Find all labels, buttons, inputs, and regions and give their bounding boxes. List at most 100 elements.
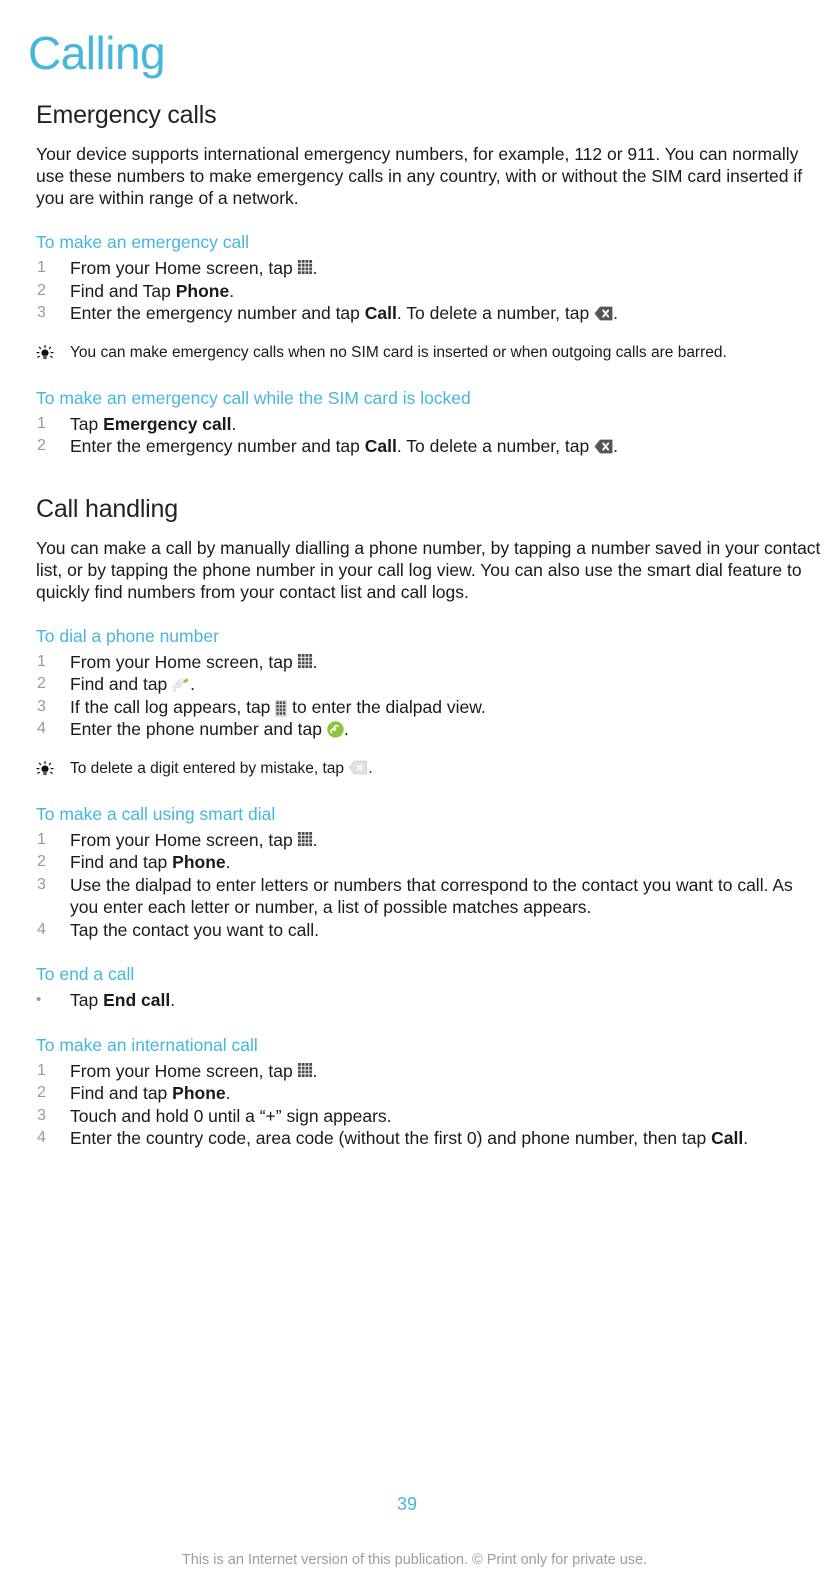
step-text: Enter the emergency number and tap Call.…	[70, 436, 618, 456]
manual-page: Calling Emergency calls Your device suppo…	[0, 0, 829, 1588]
procedure-step: 1 From your Home screen, tap .	[36, 257, 826, 280]
procedure-steps: 1 From your Home screen, tap . 2 Find and t…	[36, 829, 826, 942]
procedure-step: 1 From your Home screen, tap .	[36, 651, 826, 674]
procedure-step: 1 From your Home screen, tap .	[36, 1060, 826, 1083]
procedure-step: 2 Find and tap Phone.	[36, 1082, 826, 1105]
procedure-steps: 1 From your Home screen, tap . 2 Find and T…	[36, 257, 826, 325]
procedure-step: 2 Find and tap Phone.	[36, 851, 826, 874]
step-text: From your Home screen, tap .	[70, 258, 318, 278]
step-text: Find and Tap Phone.	[70, 280, 235, 301]
tip-note: You can make emergency calls when no SIM…	[36, 343, 826, 365]
step-text: Find and tap Phone.	[70, 852, 231, 872]
step-number: 2	[37, 437, 46, 454]
procedure-step: 1 From your Home screen, tap .	[36, 829, 826, 852]
step-text: Touch and hold 0 until a “+” sign appear…	[70, 1105, 392, 1126]
section-heading: Call handling	[36, 494, 178, 523]
step-text: From your Home screen, tap .	[70, 651, 318, 672]
backspace-dark-key-icon	[594, 439, 613, 454]
ui-term: End call	[103, 990, 171, 1010]
procedure-steps: 1 From your Home screen, tap . 2 Find and t…	[36, 1060, 826, 1150]
step-number: 2	[37, 675, 46, 692]
procedure-step: 2 Find and Tap Phone.	[36, 280, 826, 303]
page-content: Emergency calls Your device supports inte…	[36, 100, 826, 1150]
procedure-steps: 1 From your Home screen, tap . 2 Find and t…	[36, 651, 826, 741]
step-number: 4	[37, 720, 46, 737]
step-text: Use the dialpad to enter letters or numb…	[70, 874, 793, 918]
step-number: 3	[37, 697, 46, 715]
procedure-heading: To end a call	[36, 964, 135, 984]
procedure-step: 3 Enter the emergency number and tap Call…	[36, 302, 826, 325]
green-call-button-icon	[327, 721, 344, 738]
step-number: 3	[37, 1106, 46, 1124]
app-drawer-grid-icon	[297, 260, 313, 275]
procedure-heading: To dial a phone number	[36, 625, 219, 646]
tip-icon-wrapper	[36, 759, 70, 781]
step-number: 4	[37, 1129, 46, 1146]
phone-handset-icon	[172, 677, 190, 693]
step-number: 2	[37, 853, 46, 870]
procedure-steps: Tap End call.	[36, 989, 826, 1012]
procedure-step: 3 If the call log appears, tap to enter t…	[36, 696, 826, 719]
procedure-step: 3 Use the dialpad to enter letters or num…	[36, 874, 826, 919]
step-number: 3	[37, 304, 46, 321]
page-number: 39	[397, 1494, 418, 1514]
procedure-step: 4 Enter the phone number and tap .	[36, 718, 826, 741]
step-number: 1	[37, 830, 46, 848]
step-number: 1	[37, 1061, 46, 1079]
procedure-step: 4 Tap the contact you want to call.	[36, 919, 826, 942]
step-number: 1	[37, 259, 46, 276]
procedure-step: 3 Touch and hold 0 until a “+” sign appea…	[36, 1105, 826, 1128]
procedure-steps: 1 Tap Emergency call. 2 Enter the emergency…	[36, 413, 826, 458]
app-drawer-grid-icon	[297, 653, 313, 669]
step-text: From your Home screen, tap .	[70, 1060, 318, 1081]
procedure-heading: To make an emergency call while the SIM …	[36, 387, 471, 408]
tip-text: To delete a digit entered by mistake, ta…	[70, 759, 373, 777]
step-text: Enter the country code, area code (witho…	[70, 1128, 749, 1148]
step-number: 1	[37, 414, 46, 432]
step-bullet	[36, 989, 70, 1012]
backspace-dark-key-icon	[594, 306, 613, 321]
step-text: Find and tap Phone.	[70, 1083, 231, 1103]
step-number: 3	[37, 875, 46, 893]
step-number: 2	[37, 281, 46, 299]
ui-term: Emergency call	[103, 413, 232, 434]
step-text: Find and tap .	[70, 674, 196, 694]
step-text: Enter the emergency number and tap Call.…	[70, 303, 618, 323]
step-number: 2	[37, 1084, 46, 1101]
section-heading: Emergency calls	[36, 101, 217, 129]
procedure-step: Tap End call.	[36, 989, 826, 1012]
tip-text: You can make emergency calls when no SIM…	[70, 343, 727, 361]
section: Call handling You can make a call by manu…	[36, 494, 826, 1150]
ui-term: Call	[364, 436, 397, 456]
procedure-heading: To make an international call	[36, 1034, 258, 1055]
section: Emergency calls Your device supports inte…	[36, 100, 826, 458]
procedure-step: 1 Tap Emergency call.	[36, 413, 826, 436]
chapter-title: Calling	[28, 26, 166, 79]
body-paragraph: Your device supports international emerg…	[36, 144, 803, 208]
ui-term: Phone	[172, 1083, 226, 1103]
dialpad-icon	[275, 699, 288, 717]
app-drawer-grid-icon	[297, 1062, 313, 1078]
procedure-step: 4 Enter the country code, area code (with…	[36, 1127, 826, 1150]
ui-term: Call	[711, 1128, 744, 1148]
backspace-light-key-icon	[348, 760, 368, 775]
step-text: From your Home screen, tap .	[70, 829, 318, 850]
footer-copyright-note: This is an Internet version of this publ…	[181, 1552, 648, 1568]
step-text: Tap End call.	[70, 990, 176, 1010]
tip-note: To delete a digit entered by mistake, ta…	[36, 759, 826, 781]
tip-lightbulb-icon	[36, 760, 54, 779]
step-text: Tap the contact you want to call.	[70, 919, 320, 940]
tip-lightbulb-icon	[36, 344, 54, 363]
ui-term: Phone	[175, 280, 230, 301]
step-text: Tap Emergency call.	[70, 413, 237, 434]
step-number: 1	[37, 652, 46, 670]
procedure-heading: To make a call using smart dial	[36, 803, 276, 824]
step-number: 4	[37, 920, 46, 938]
procedure-heading: To make an emergency call	[36, 232, 250, 252]
app-drawer-grid-icon	[297, 831, 313, 847]
procedure-step: 2 Find and tap .	[36, 673, 826, 696]
body-paragraph: You can make a call by manually dialling…	[36, 537, 821, 602]
tip-icon-wrapper	[36, 343, 70, 365]
ui-term: Phone	[172, 852, 226, 872]
ui-term: Call	[364, 303, 397, 323]
